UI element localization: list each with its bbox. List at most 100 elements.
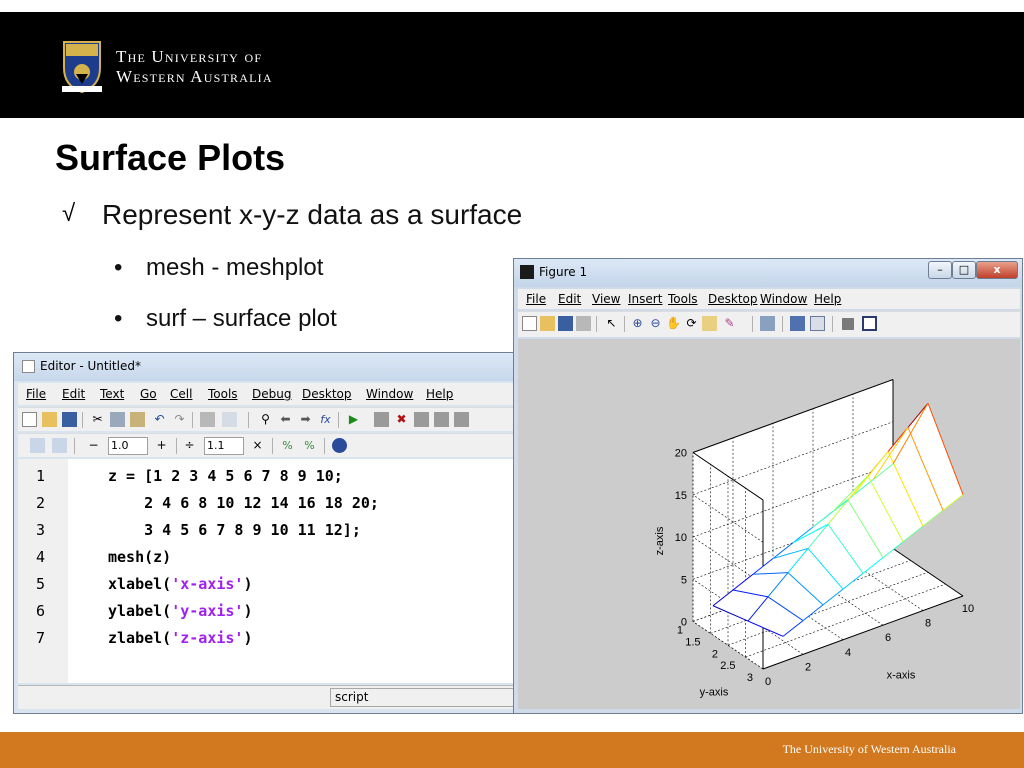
toolbar-separator <box>74 438 75 454</box>
step-in-icon[interactable] <box>434 412 449 427</box>
toolbar-separator <box>192 412 193 428</box>
code-function: ylabel( <box>108 602 172 620</box>
increment-button[interactable]: + <box>154 438 169 453</box>
colorbar-icon[interactable] <box>790 316 805 331</box>
pan-hand-icon[interactable]: ✋ <box>666 316 681 331</box>
zoom-in-icon[interactable]: ⊕ <box>630 316 645 331</box>
toolbar-separator <box>832 316 833 332</box>
code-line: zlabel('z-axis') <box>108 629 253 647</box>
print-icon[interactable] <box>200 412 215 427</box>
z-tick-label: 5 <box>681 574 687 586</box>
bullet-dot: • <box>114 305 123 332</box>
menu-help[interactable]: Help <box>426 387 453 401</box>
open-file-icon[interactable] <box>540 316 555 331</box>
rotate-3d-icon[interactable]: ⟳ <box>684 316 699 331</box>
line-number: 7 <box>36 629 46 647</box>
new-figure-icon[interactable] <box>522 316 537 331</box>
legend-icon[interactable] <box>810 316 825 331</box>
back-arrow-icon[interactable]: ⬅ <box>278 412 293 427</box>
new-file-icon[interactable] <box>22 412 37 427</box>
toolbar-separator <box>324 438 325 454</box>
menu-edit[interactable]: Edit <box>62 387 85 401</box>
print-figure-icon[interactable] <box>576 316 591 331</box>
publish-icon[interactable] <box>222 412 237 427</box>
open-folder-icon[interactable] <box>42 412 57 427</box>
run-icon[interactable]: ▶ <box>346 412 361 427</box>
fig-menu-tools[interactable]: Tools <box>668 292 698 306</box>
menu-file[interactable]: File <box>26 387 46 401</box>
fig-menu-insert[interactable]: Insert <box>628 292 662 306</box>
figure-titlebar[interactable]: Figure 1 – □ x <box>514 259 1022 287</box>
menu-text[interactable]: Text <box>100 387 124 401</box>
function-icon[interactable]: fx <box>318 412 333 427</box>
divide-button[interactable]: ÷ <box>182 438 197 453</box>
fig-menu-window[interactable]: Window <box>760 292 807 306</box>
eval-cell-icon[interactable] <box>52 438 67 453</box>
find-binoculars-icon[interactable]: ⚲ <box>258 412 273 427</box>
menu-debug[interactable]: Debug <box>252 387 291 401</box>
data-cursor-icon[interactable] <box>702 316 717 331</box>
x-tick-label: 2 <box>805 661 811 673</box>
hide-plot-tools-icon[interactable] <box>842 318 854 330</box>
code-line: 2 4 6 8 10 12 14 16 18 20; <box>108 494 379 512</box>
step-icon[interactable] <box>414 412 429 427</box>
breakpoint-icon[interactable] <box>374 412 389 427</box>
fig-menu-edit[interactable]: Edit <box>558 292 581 306</box>
x-tick-label: 10 <box>962 603 974 615</box>
uncomment-percent-icon[interactable]: % <box>302 438 317 453</box>
z-tick-label: 20 <box>675 448 687 460</box>
brush-icon[interactable]: ✎ <box>722 316 737 331</box>
paste-icon[interactable] <box>130 412 145 427</box>
code-function: zlabel( <box>108 629 172 647</box>
link-plot-icon[interactable] <box>760 316 775 331</box>
fig-menu-help[interactable]: Help <box>814 292 841 306</box>
cut-icon[interactable]: ✂ <box>90 412 105 427</box>
line-number: 1 <box>36 467 46 485</box>
menu-go[interactable]: Go <box>140 387 157 401</box>
decrement-button[interactable]: − <box>86 438 101 453</box>
y-tick-label: 1.5 <box>685 636 700 648</box>
zoom-out-icon[interactable]: ⊖ <box>648 316 663 331</box>
line-number: 6 <box>36 602 46 620</box>
info-icon[interactable] <box>332 438 347 453</box>
menu-tools[interactable]: Tools <box>208 387 238 401</box>
clear-breakpoints-icon[interactable]: ✖ <box>394 412 409 427</box>
x-tick-label: 4 <box>845 647 851 659</box>
code-line: z = [1 2 3 4 5 6 7 8 9 10; <box>108 467 343 485</box>
save-figure-icon[interactable] <box>558 316 573 331</box>
mesh-plot[interactable]: 024681011.522.5305101520x-axisy-axisz-ax… <box>518 339 1020 709</box>
menu-window[interactable]: Window <box>366 387 413 401</box>
minimize-button[interactable]: – <box>928 261 952 279</box>
multiply-button[interactable]: × <box>250 438 265 453</box>
divide-value-input[interactable]: 1.1 <box>204 437 244 455</box>
x-tick-label: 6 <box>885 632 891 644</box>
fig-menu-view[interactable]: View <box>592 292 620 306</box>
copy-icon[interactable] <box>110 412 125 427</box>
fig-menu-file[interactable]: File <box>526 292 546 306</box>
undo-icon[interactable]: ↶ <box>152 412 167 427</box>
pointer-icon[interactable]: ↖ <box>604 316 619 331</box>
redo-icon[interactable]: ↷ <box>172 412 187 427</box>
sub-bullet-text: mesh - meshplot <box>146 254 324 281</box>
close-button[interactable]: x <box>976 261 1018 279</box>
maximize-button[interactable]: □ <box>952 261 976 279</box>
fig-menu-desktop[interactable]: Desktop <box>708 292 758 306</box>
comment-percent-icon[interactable]: % <box>280 438 295 453</box>
step-out-icon[interactable] <box>454 412 469 427</box>
slide-title: Surface Plots <box>55 137 286 178</box>
save-icon[interactable] <box>62 412 77 427</box>
z-tick-label: 10 <box>675 532 687 544</box>
y-axis-label: y-axis <box>700 686 729 698</box>
menu-cell[interactable]: Cell <box>170 387 192 401</box>
code-editor[interactable]: 1 2 3 4 5 6 7 z = [1 2 3 4 5 6 7 8 9 10;… <box>18 459 530 683</box>
show-plot-tools-icon[interactable] <box>862 316 877 331</box>
menu-desktop[interactable]: Desktop <box>302 387 352 401</box>
figure-canvas[interactable]: 0 2 4 6 8 10 1 1.5 2 2.5 3 0 5 10 15 20 x-axis y-axis z-ax… <box>518 339 1020 709</box>
editor-titlebar[interactable]: Editor - Untitled* <box>14 353 532 381</box>
code-line: ylabel('y-axis') <box>108 602 253 620</box>
y-tick-label: 2.5 <box>720 660 735 672</box>
forward-arrow-icon[interactable]: ➡ <box>298 412 313 427</box>
insert-cell-icon[interactable] <box>30 438 45 453</box>
decrement-value-input[interactable]: 1.0 <box>108 437 148 455</box>
sub-bullet-surf: • surf – surface plot <box>114 305 337 333</box>
